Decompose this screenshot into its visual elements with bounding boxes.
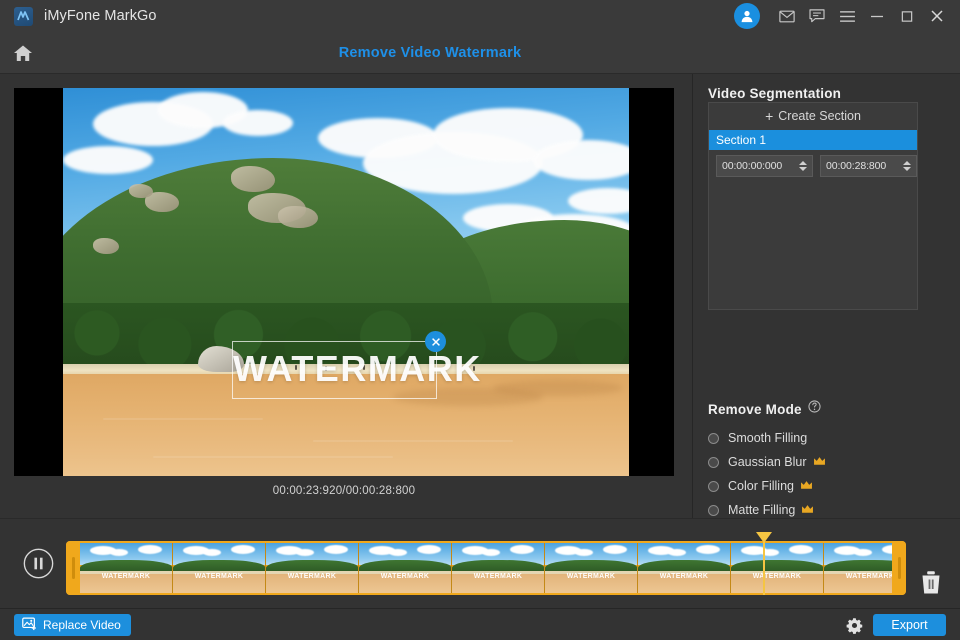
remove-mode-option-smooth-filling[interactable]: Smooth Filling (708, 426, 948, 450)
distant-figure (473, 366, 475, 371)
timeline-thumbnail[interactable]: WATERMARK (731, 543, 824, 593)
thumbnail-watermark-label: WATERMARK (266, 573, 358, 580)
timeline-track[interactable]: WATERMARKWATERMARKWATERMARKWATERMARKWATE… (66, 541, 906, 595)
remove-mode-heading-row: Remove Mode (708, 400, 821, 418)
end-time-spinner[interactable] (903, 161, 911, 171)
pause-icon[interactable] (22, 547, 55, 580)
thumbnail-watermark-label: WATERMARK (452, 573, 544, 580)
timeline-thumbnail[interactable]: WATERMARK (80, 543, 173, 593)
trim-handle-right[interactable] (892, 541, 906, 595)
start-time-spinner[interactable] (799, 161, 807, 171)
timeline-thumbnail[interactable]: WATERMARK (173, 543, 266, 593)
main-area: WATERMARK 00:00:23:920/00:00:28:800 Vide… (0, 74, 960, 518)
crown-icon (801, 501, 814, 519)
app-title: iMyFone MarkGo (44, 8, 157, 24)
crown-icon (813, 453, 826, 471)
replace-video-label: Replace Video (43, 618, 121, 632)
thumbnail-watermark-label: WATERMARK (545, 573, 637, 580)
video-preview-area: WATERMARK 00:00:23:920/00:00:28:800 (0, 74, 692, 518)
video-segmentation-box: + Create Section Section 1 00:00:00:000 … (708, 102, 918, 310)
create-section-button[interactable]: + Create Section (709, 103, 917, 129)
maximize-icon[interactable] (892, 0, 922, 32)
video-stage[interactable]: WATERMARK (14, 88, 674, 476)
thumbnail-watermark-label: WATERMARK (638, 573, 730, 580)
thumbnail-watermark-label: WATERMARK (173, 573, 265, 580)
sand-streak (313, 440, 513, 442)
video-frame[interactable]: WATERMARK (63, 88, 629, 476)
timeline-thumbnail[interactable]: WATERMARK (452, 543, 545, 593)
close-icon[interactable] (922, 0, 952, 32)
time-readout: 00:00:23:920/00:00:28:800 (14, 485, 674, 497)
option-label: Gaussian Blur (728, 455, 807, 469)
remove-mode-heading: Remove Mode (708, 402, 802, 417)
plus-icon: + (765, 109, 773, 123)
timeline-thumbnails: WATERMARKWATERMARKWATERMARKWATERMARKWATE… (80, 543, 896, 593)
bottom-bar: Replace Video Export (0, 608, 960, 640)
radio-icon[interactable] (708, 481, 719, 492)
rock-face (278, 206, 318, 228)
option-label: Color Filling (728, 479, 794, 493)
timeline-thumbnail[interactable]: WATERMARK (545, 543, 638, 593)
remove-mode-option-gaussian-blur[interactable]: Gaussian Blur (708, 450, 948, 474)
radio-icon[interactable] (708, 505, 719, 516)
thumbnail-watermark-label: WATERMARK (80, 573, 172, 580)
timeline-thumbnail[interactable]: WATERMARK (824, 543, 896, 593)
feedback-icon[interactable] (802, 0, 832, 32)
create-section-label: Create Section (778, 109, 861, 123)
option-label: Matte Filling (728, 503, 795, 517)
app-window: iMyFone MarkGo (0, 0, 960, 640)
close-circle-icon[interactable] (425, 331, 446, 352)
right-panel: Video Segmentation + Create Section Sect… (693, 74, 960, 518)
sand-shading (493, 380, 623, 396)
rock-face (93, 238, 119, 254)
remove-mode-options: Smooth Filling Gaussian Blur Color Filli… (708, 426, 948, 522)
replace-video-button[interactable]: Replace Video (14, 614, 131, 636)
trash-icon[interactable] (918, 567, 944, 597)
export-button[interactable]: Export (873, 614, 946, 636)
image-add-icon (22, 617, 37, 634)
section-name: Section 1 (716, 133, 766, 147)
timeline-area: WATERMARKWATERMARKWATERMARKWATERMARKWATE… (0, 518, 960, 608)
sand-streak (153, 456, 393, 458)
user-avatar-icon[interactable] (734, 3, 760, 29)
help-circle-icon[interactable] (808, 400, 821, 418)
trim-handle-left[interactable] (66, 541, 80, 595)
sand-streak (103, 418, 263, 420)
thumbnail-watermark-label: WATERMARK (359, 573, 451, 580)
watermark-selection-box[interactable] (232, 341, 437, 399)
radio-icon[interactable] (708, 433, 719, 444)
cloud (63, 146, 153, 174)
mail-icon[interactable] (772, 0, 802, 32)
section-start-time-input[interactable]: 00:00:00:000 (716, 155, 813, 177)
toolbar: Remove Video Watermark (0, 32, 960, 74)
section-time-inputs: 00:00:00:000 00:00:28:800 (716, 155, 917, 177)
video-segmentation-heading: Video Segmentation (708, 86, 841, 101)
crown-icon (800, 477, 813, 495)
section-end-time-input[interactable]: 00:00:28:800 (820, 155, 917, 177)
section-list-item[interactable]: Section 1 (709, 130, 917, 150)
minimize-icon[interactable] (862, 0, 892, 32)
gear-icon[interactable] (845, 616, 863, 634)
thumbnail-watermark-label: WATERMARK (731, 573, 823, 580)
section-start-time-value: 00:00:00:000 (722, 160, 782, 172)
radio-icon[interactable] (708, 457, 719, 468)
option-label: Smooth Filling (728, 431, 807, 445)
window-controls (734, 0, 960, 32)
thumbnail-watermark-label: WATERMARK (824, 573, 896, 580)
export-label: Export (891, 618, 927, 632)
rock-face (129, 184, 153, 198)
timeline-track-wrapper: WATERMARKWATERMARKWATERMARKWATERMARKWATE… (66, 533, 906, 595)
markgo-logo-icon (14, 7, 33, 26)
rock-face (231, 166, 275, 192)
section-end-time-value: 00:00:28:800 (826, 160, 886, 172)
timeline-thumbnail[interactable]: WATERMARK (359, 543, 452, 593)
hamburger-menu-icon[interactable] (832, 0, 862, 32)
cloud (223, 110, 293, 136)
timeline-thumbnail[interactable]: WATERMARK (266, 543, 359, 593)
timeline-thumbnail[interactable]: WATERMARK (638, 543, 731, 593)
page-title: Remove Video Watermark (0, 32, 860, 74)
remove-mode-option-color-filling[interactable]: Color Filling (708, 474, 948, 498)
playhead-marker-icon[interactable] (763, 533, 765, 595)
title-bar: iMyFone MarkGo (0, 0, 960, 32)
